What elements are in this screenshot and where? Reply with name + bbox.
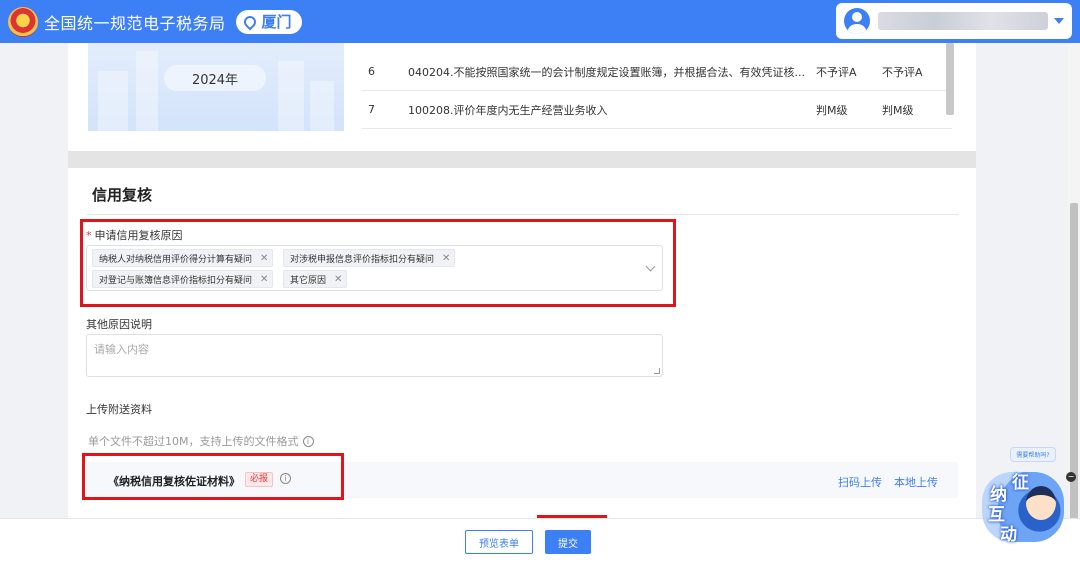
row-description: 040204.不能按照国家统一的会计制度规定设置账簿，并根据合法、有效凭证核..… (408, 65, 805, 79)
close-assistant-icon[interactable]: − (1066, 472, 1076, 482)
user-menu[interactable] (836, 3, 1072, 39)
location-pin-icon (241, 13, 259, 30)
preview-form-button[interactable]: 预览表单 (465, 530, 533, 554)
user-name-redacted (878, 12, 1048, 30)
mascot-icon (1026, 486, 1056, 520)
highlight-box-document (82, 453, 344, 500)
assistant-widget[interactable]: 征 纳 互 动 (982, 468, 1068, 545)
assistant-char: 动 (1000, 525, 1017, 545)
row-result-2: 不予评A (882, 65, 923, 79)
table-row: 6 040204.不能按照国家统一的会计制度规定设置账簿，并根据合法、有效凭证核… (362, 53, 952, 91)
row-result-2: 判M级 (882, 103, 914, 117)
avatar-icon (844, 8, 870, 34)
rules-table: 6 040204.不能按照国家统一的会计制度规定设置账簿，并根据合法、有效凭证核… (362, 53, 952, 129)
table-scrollbar[interactable] (946, 43, 954, 115)
resize-handle-icon[interactable] (654, 368, 660, 374)
row-description: 100208.评价年度内无生产经营业务收入 (408, 103, 608, 117)
row-number: 6 (368, 65, 375, 78)
highlight-box-reasons (80, 219, 676, 307)
evaluation-card: 2024年 6 040204.不能按照国家统一的会计制度规定设置账簿，并根据合法… (68, 43, 976, 151)
row-number: 7 (368, 103, 375, 116)
city-name: 厦门 (261, 13, 292, 31)
table-row: 7 100208.评价年度内无生产经营业务收入 判M级 判M级 (362, 91, 952, 129)
footer-bar: 预览表单 提交 (0, 518, 1080, 562)
page-scrollbar[interactable] (1068, 43, 1080, 523)
help-bubble[interactable]: 需要帮助吗? (1010, 447, 1056, 462)
caret-down-icon[interactable] (1054, 18, 1064, 24)
upload-hint-text: 单个文件不超过10M，支持上传的文件格式 (88, 435, 299, 448)
info-icon[interactable]: i (302, 435, 314, 447)
divider (86, 214, 958, 215)
section-separator (68, 151, 976, 168)
year-panel: 2024年 (88, 43, 344, 131)
app-title: 全国统一规范电子税务局 (44, 13, 226, 33)
year-label: 2024年 (164, 65, 266, 91)
row-result-1: 判M级 (816, 103, 848, 117)
other-reason-label: 其他原因说明 (86, 318, 152, 331)
scan-upload-link[interactable]: 扫码上传 (838, 474, 882, 490)
upload-hint: 单个文件不超过10M，支持上传的文件格式 i (88, 433, 314, 449)
assistant-char: 征 (1012, 473, 1029, 493)
submit-button[interactable]: 提交 (545, 530, 591, 554)
upload-label: 上传附送资料 (86, 403, 152, 416)
row-result-1: 不予评A (816, 65, 857, 79)
top-header: 全国统一规范电子税务局 厦门 (0, 0, 1080, 43)
section-title: 信用复核 (92, 186, 153, 204)
local-upload-link[interactable]: 本地上传 (894, 474, 938, 490)
textarea-placeholder: 请输入内容 (94, 343, 149, 356)
tax-emblem-logo (8, 6, 38, 37)
city-selector[interactable]: 厦门 (235, 9, 302, 34)
other-reason-textarea[interactable]: 请输入内容 (86, 334, 663, 377)
